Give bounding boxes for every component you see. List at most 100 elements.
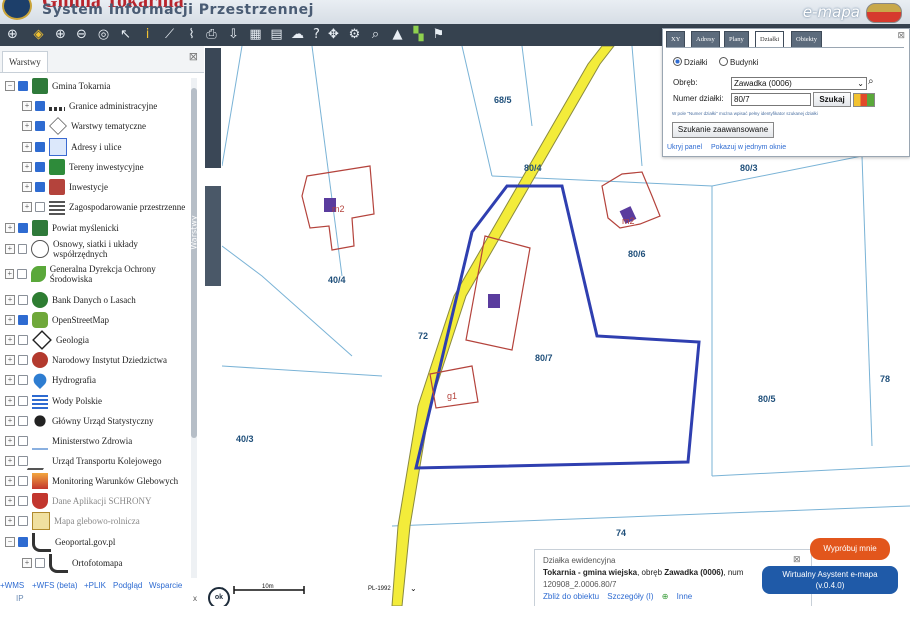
layer-row[interactable]: + Urząd Transportu Kolejowego <box>5 451 190 471</box>
layer-checkbox[interactable] <box>17 269 27 279</box>
expand-icon[interactable]: + <box>22 101 32 111</box>
settings-icon[interactable]: ⚙ <box>346 27 363 43</box>
print-icon[interactable]: ⎙ <box>203 27 220 43</box>
layer-row[interactable]: + Bank Danych o Lasach <box>5 290 190 310</box>
plus-circle-icon[interactable]: ⊕ <box>662 592 669 601</box>
layer-row[interactable]: + Ministerstwo Zdrowia <box>5 431 190 451</box>
bottom-close-icon[interactable]: x <box>193 594 197 603</box>
grid-icon[interactable]: ▦ <box>247 27 264 43</box>
layer-row[interactable]: + Tereny inwestycyjne <box>22 157 190 177</box>
expand-icon[interactable]: + <box>5 244 15 254</box>
layer-checkbox[interactable] <box>35 558 45 568</box>
expand-icon[interactable]: + <box>5 315 15 325</box>
expand-icon[interactable]: + <box>22 182 32 192</box>
layer-row[interactable]: − Gmina Tokarnia <box>5 76 190 96</box>
zoom-out-icon[interactable]: ⊖ <box>73 27 90 43</box>
expand-icon[interactable]: + <box>5 436 15 446</box>
layer-checkbox[interactable] <box>35 121 45 131</box>
tab-warstwy[interactable]: Warstwy <box>2 51 48 72</box>
info-icon[interactable]: ⅰ <box>139 27 156 43</box>
layer-checkbox[interactable] <box>18 355 28 365</box>
expand-icon[interactable]: + <box>5 375 15 385</box>
layer-row[interactable]: + Mapa glebowo-rolnicza <box>5 511 190 531</box>
zoom-in-icon[interactable]: ⊕ <box>52 27 69 43</box>
layer-row[interactable]: − Geoportal.gov.pl <box>5 532 190 552</box>
layer-checkbox[interactable] <box>35 162 45 172</box>
color-icon[interactable]: ▚ <box>410 27 427 43</box>
search-icon[interactable]: ⌕ <box>868 76 874 87</box>
layer-checkbox[interactable] <box>18 436 28 446</box>
layer-checkbox[interactable] <box>18 335 28 345</box>
layer-row[interactable]: + Granice administracyjne <box>22 96 190 116</box>
expand-icon[interactable]: + <box>5 223 15 233</box>
measure-area-icon[interactable]: ⌇ <box>183 27 200 43</box>
tab-dzialki[interactable]: Działki <box>755 31 785 48</box>
layer-row[interactable]: + Warstwy tematyczne <box>22 116 190 136</box>
layer-checkbox[interactable] <box>18 496 28 506</box>
zoom-to-object-link[interactable]: Zbliż do obiektu <box>543 592 599 601</box>
expand-icon[interactable]: + <box>5 416 15 426</box>
scrollbar-thumb[interactable] <box>191 88 197 438</box>
popup-close-icon[interactable]: ⊠ <box>793 554 801 565</box>
expand-icon[interactable]: + <box>22 142 32 152</box>
pan-icon[interactable]: ✥ <box>325 27 342 43</box>
layer-row[interactable]: + Dane Aplikacji SCHRONY <box>5 491 190 511</box>
layer-checkbox[interactable] <box>18 81 28 91</box>
layer-row[interactable]: + Adresy i ulice <box>22 137 190 157</box>
single-window-link[interactable]: Pokazuj w jednym oknie <box>711 144 786 151</box>
panel-close-icon[interactable]: ⊠ <box>897 31 905 41</box>
numer-dzialki-input[interactable]: 80/7 <box>731 93 811 106</box>
layer-checkbox[interactable] <box>18 456 28 466</box>
layer-row[interactable]: + OpenStreetMap <box>5 310 190 330</box>
vertical-tab-warstwy[interactable]: Warstwy <box>190 186 221 286</box>
layer-checkbox[interactable] <box>18 416 28 426</box>
expand-icon[interactable]: + <box>5 269 15 279</box>
zoom-slider[interactable] <box>205 48 221 168</box>
details-link[interactable]: Szczegóły (I) <box>607 592 653 601</box>
layer-checkbox[interactable] <box>35 101 45 111</box>
try-me-button[interactable]: Wypróbuj mnie <box>810 538 890 560</box>
layer-checkbox[interactable] <box>35 202 45 212</box>
triangle-icon[interactable]: ▲ <box>389 27 406 43</box>
table-icon[interactable]: ▤ <box>268 27 285 43</box>
collapse-icon[interactable]: − <box>5 537 15 547</box>
virtual-assistant-button[interactable]: Wirtualny Asystent e-mapa (v.0.4.0) <box>762 566 898 594</box>
radio-dzialki-dot[interactable] <box>673 57 682 66</box>
layer-checkbox[interactable] <box>18 295 28 305</box>
measure-line-icon[interactable]: ⟋ <box>161 27 178 43</box>
layer-row[interactable]: + Geologia <box>5 330 190 350</box>
download-icon[interactable]: ⇩ <box>225 27 242 43</box>
layer-checkbox[interactable] <box>18 223 28 233</box>
other-link[interactable]: Inne <box>677 592 693 601</box>
globe-layers-icon[interactable]: ⊕ <box>4 27 21 43</box>
sidebar-scrollbar[interactable] <box>191 78 197 578</box>
layer-checkbox[interactable] <box>18 537 28 547</box>
layer-checkbox[interactable] <box>18 396 28 406</box>
expand-icon[interactable]: + <box>5 396 15 406</box>
radio-budynki-dot[interactable] <box>719 57 728 66</box>
expand-icon[interactable]: + <box>22 162 32 172</box>
expand-icon[interactable]: + <box>5 335 15 345</box>
expand-icon[interactable]: + <box>5 355 15 365</box>
tab-xy[interactable]: XY <box>666 31 686 48</box>
share-icon[interactable]: ⚑ <box>430 27 447 43</box>
layer-row[interactable]: + Generalna Dyrekcja Ochrony Środowiska <box>5 264 190 284</box>
expand-icon[interactable]: + <box>22 121 32 131</box>
advanced-search-button[interactable]: Szukanie zaawansowane <box>672 122 774 138</box>
layer-row[interactable]: + Hydrografia <box>5 370 190 390</box>
layer-row[interactable]: + Ortofotomapa <box>22 553 190 573</box>
layer-row[interactable]: + Monitoring Warunków Glebowych <box>5 471 190 491</box>
layer-row[interactable]: + Inwestycje <box>22 177 190 197</box>
szukaj-button[interactable]: Szukaj <box>813 92 851 107</box>
layer-checkbox[interactable] <box>18 476 28 486</box>
crs-dropdown-icon[interactable]: ⌄ <box>410 584 417 593</box>
add-wfs-link[interactable]: +WFS (beta) <box>32 581 78 590</box>
tab-adresy[interactable]: Adresy <box>691 31 720 48</box>
expand-icon[interactable]: + <box>22 202 32 212</box>
layer-row[interactable]: + Zagospodarowanie przestrzenne <box>22 197 190 217</box>
tab-plany[interactable]: Plany <box>724 31 749 48</box>
search-icon[interactable]: ⌕ <box>367 27 384 43</box>
expand-icon[interactable]: + <box>5 295 15 305</box>
expand-icon[interactable]: + <box>5 516 15 526</box>
comment-icon[interactable]: ☁ <box>289 27 306 43</box>
